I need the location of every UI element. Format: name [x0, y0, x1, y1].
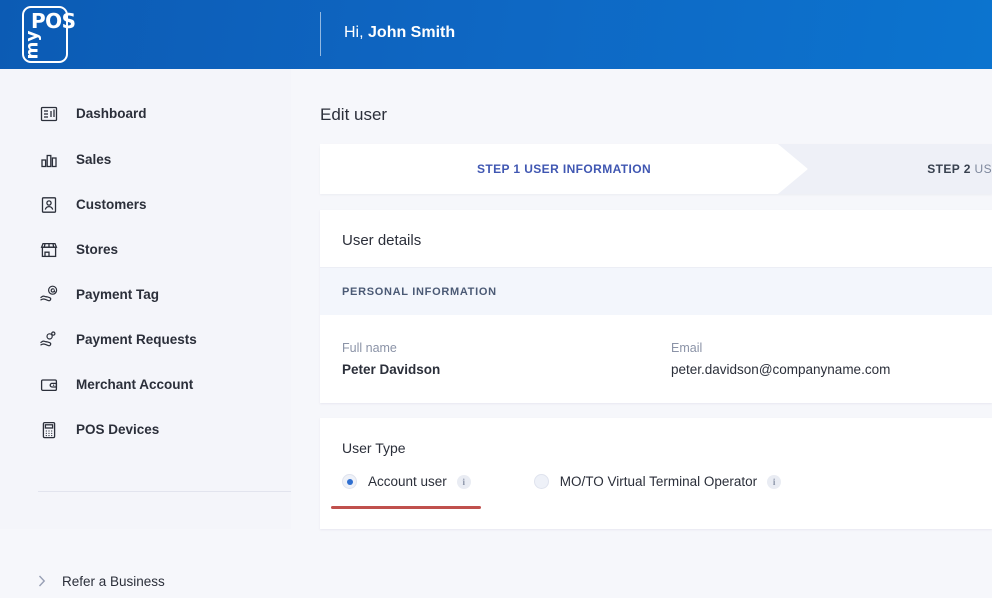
radio-option-moto-operator[interactable]: MO/TO Virtual Terminal Operator i [534, 474, 781, 489]
account-user-highlight-underline [331, 506, 481, 509]
sidebar-refer-label: Refer a Business [62, 574, 165, 589]
payment-requests-icon [38, 329, 60, 351]
sidebar-item-label: Merchant Account [76, 377, 193, 392]
logo-text-pos: POS [31, 9, 76, 33]
sidebar-item-label: Dashboard [76, 106, 147, 121]
radio-moto-operator[interactable] [534, 474, 549, 489]
tab-step-2[interactable]: STEP 2 US [808, 144, 992, 194]
full-name-label: Full name [342, 341, 440, 355]
radio-account-user[interactable] [342, 474, 357, 489]
bar-chart-icon [38, 149, 60, 171]
sidebar-item-payment-requests[interactable]: Payment Requests [0, 317, 291, 362]
tab-step-2-label: US [975, 162, 992, 176]
user-details-title: User details [342, 232, 421, 249]
store-icon [38, 239, 60, 261]
sidebar-divider [38, 491, 291, 492]
page-title: Edit user [320, 105, 387, 125]
personal-information-band: PERSONAL INFORMATION [320, 268, 992, 315]
sidebar-item-payment-tag[interactable]: Payment Tag [0, 272, 291, 317]
pos-device-icon [38, 419, 60, 441]
dashboard-icon [38, 103, 60, 125]
sidebar-item-sales[interactable]: Sales [0, 137, 291, 182]
email-label: Email [671, 341, 890, 355]
personal-information-label: PERSONAL INFORMATION [342, 286, 497, 298]
payment-tag-icon [38, 284, 60, 306]
user-type-title: User Type [342, 440, 406, 456]
email-value: peter.davidson@companyname.com [671, 362, 890, 377]
sidebar-item-label: Stores [76, 242, 118, 257]
sidebar-item-label: Payment Requests [76, 332, 197, 347]
radio-option-account-user[interactable]: Account user i [342, 474, 471, 489]
greeting: Hi, John Smith [344, 24, 455, 42]
logo-text-my: my [22, 31, 42, 60]
tab-step-1-label: STEP 1 USER INFORMATION [335, 162, 793, 176]
tab-step-1-user-information[interactable]: STEP 1 USER INFORMATION [320, 144, 808, 194]
field-full-name: Full name Peter Davidson [342, 341, 440, 377]
step-tabs: STEP 1 USER INFORMATION STEP 2 US [320, 144, 992, 194]
main-content: Edit user STEP 1 USER INFORMATION STEP 2… [291, 69, 992, 529]
sidebar-item-pos-devices[interactable]: POS Devices [0, 407, 291, 452]
greeting-prefix: Hi, [344, 24, 364, 41]
header-divider [320, 12, 321, 56]
user-type-card: User Type Account user i MO/TO Virtual T… [320, 418, 992, 529]
sidebar-item-label: Payment Tag [76, 287, 159, 302]
info-icon[interactable]: i [457, 475, 471, 489]
sidebar-item-customers[interactable]: Customers [0, 182, 291, 227]
tab-step-2-prefix: STEP 2 [927, 162, 971, 176]
user-type-radio-group: Account user i MO/TO Virtual Terminal Op… [342, 474, 781, 489]
radio-moto-operator-label: MO/TO Virtual Terminal Operator [560, 474, 757, 489]
info-icon[interactable]: i [767, 475, 781, 489]
radio-account-user-label: Account user [368, 474, 447, 489]
sidebar-item-label: POS Devices [76, 422, 159, 437]
user-details-card: User details PERSONAL INFORMATION Full n… [320, 210, 992, 403]
wallet-icon [38, 374, 60, 396]
logo-area[interactable]: POS my [0, 0, 320, 69]
field-email: Email peter.davidson@companyname.com [671, 341, 890, 377]
chevron-right-icon [38, 575, 52, 587]
full-name-value: Peter Davidson [342, 362, 440, 377]
sidebar-item-merchant-account[interactable]: Merchant Account [0, 362, 291, 407]
mypos-logo[interactable]: POS my [22, 6, 68, 63]
sidebar-item-refer-a-business[interactable]: Refer a Business [0, 564, 291, 598]
sidebar-item-dashboard[interactable]: Dashboard [0, 91, 291, 136]
sidebar: Dashboard Sales Customers [0, 69, 291, 529]
sidebar-item-stores[interactable]: Stores [0, 227, 291, 272]
customers-icon [38, 194, 60, 216]
sidebar-item-label: Sales [76, 152, 111, 167]
sidebar-item-label: Customers [76, 197, 147, 212]
greeting-username: John Smith [368, 24, 455, 41]
top-header: POS my Hi, John Smith [0, 0, 992, 69]
